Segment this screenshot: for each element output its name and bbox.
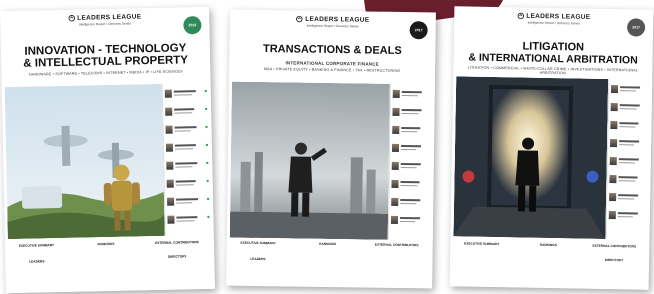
contributor-photo [392,125,400,134]
year-badge: 2017 [626,18,646,37]
cover-subtitle: LITIGATION • COMMERCIAL • WHITE-COLLAR C… [467,65,639,76]
contributor-photo [610,139,618,148]
contributor-photo [392,107,400,116]
cover-illustration [4,83,165,240]
contributor-photo [609,157,617,166]
year-badge: 2016 [183,16,202,35]
contributor-photo [166,161,174,170]
cover-footer: EXECUTIVE SUMMARY LEADERS RANKINGS EXTER… [4,236,215,294]
cover-illustration [453,76,609,239]
cover-title-line2: & INTERNATIONAL ARBITRATION [468,51,638,67]
logo: LEADERS LEAGUE Intelligence Report • Dir… [230,15,436,30]
contributor-photo [391,161,399,170]
year-badge: 2017 [409,21,428,40]
footer-rankings: RANKINGS [539,242,557,248]
contributor-photo [391,197,399,206]
contributor-photo [391,143,400,152]
contributor-photo [609,175,617,184]
leaders-league-logo-icon [517,12,524,20]
contributor-photo [165,125,173,134]
cover-footer: EXECUTIVE SUMMARY RANKINGS EXTERNAL CONT… [449,238,650,290]
cover-title-line2: & INTELLECTUAL PROPERTY [23,54,189,70]
contributors-sidebar [161,82,212,236]
footer-directory: DIRECTORY [604,257,624,263]
cover-transactions-deals[interactable]: LEADERS LEAGUE Intelligence Report • Dir… [226,9,436,289]
logo-brand: LEADERS LEAGUE [77,13,142,22]
leaders-league-logo-icon [296,15,303,23]
contributor-photo [609,193,617,202]
cover-subtitle: HARDWARE • SOFTWARE • TELECOMS • INTERNE… [29,69,183,77]
cover-innovation-technology[interactable]: LEADERS LEAGUE Intelligence Report • Dir… [0,6,215,294]
footer-rankings: RANKINGS [97,241,115,247]
cover-litigation-arbitration[interactable]: LEADERS LEAGUE Intelligence Report • Dir… [449,6,654,290]
contributors-sidebar [387,83,435,241]
footer-exec-summary: EXECUTIVE SUMMARY [464,241,500,247]
contributor-photo [165,143,174,152]
cover-illustration [229,81,390,240]
contributor-photo [610,121,618,130]
contributor-photo [164,89,172,98]
contributor-photo [391,179,399,188]
footer-leaders: LEADERS [250,256,266,262]
contributor-photo [167,215,175,224]
contributor-photo [166,179,174,188]
logo: LEADERS LEAGUE Intelligence Report • Dir… [0,12,209,29]
footer-external-contributors: EXTERNAL CONTRIBUTORS [374,242,419,248]
cover-footer: EXECUTIVE SUMMARY LEADERS RANKINGS EXTER… [226,237,433,289]
footer-leaders: LEADERS [29,259,45,264]
footer-directory: DIRECTORY [167,254,187,259]
leaders-league-logo-icon [68,15,75,22]
contributor-photo [610,103,618,112]
logo-brand: LEADERS LEAGUE [526,12,591,21]
contributor-photo [167,197,175,206]
contributors-sidebar [605,78,654,240]
logo-brand: LEADERS LEAGUE [305,15,370,24]
footer-rankings: RANKINGS [319,241,337,247]
contributor-photo [165,107,173,116]
contributor-photo [610,85,619,94]
contributor-photo [390,215,399,224]
contributor-photo [608,211,616,220]
cover-title-line1: TRANSACTIONS & DEALS [262,43,402,57]
contributor-photo [392,89,400,98]
logo: LEADERS LEAGUE Intelligence Report • Dir… [454,11,653,27]
cover-subtitle-2: M&A • PRIVATE EQUITY • BANKING & FINANCE… [263,67,401,73]
